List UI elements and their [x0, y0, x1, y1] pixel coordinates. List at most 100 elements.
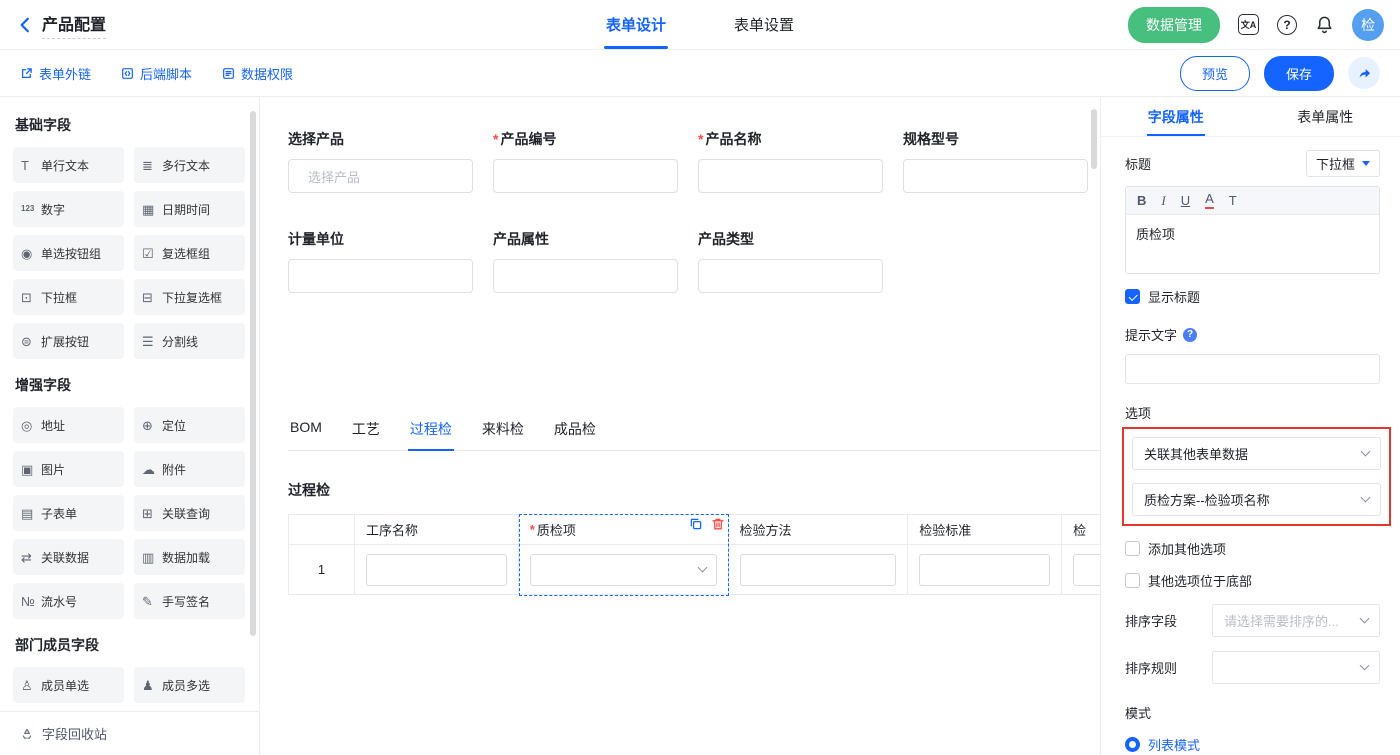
- hint-text-input[interactable]: [1125, 354, 1380, 384]
- field-item-signature[interactable]: ✎ 手写签名: [134, 583, 245, 619]
- copy-field-button[interactable]: [689, 517, 703, 531]
- subform-icon: ▤: [21, 507, 41, 520]
- tab-form-settings[interactable]: 表单设置: [732, 0, 796, 49]
- field-item-location[interactable]: ⊕ 定位: [134, 407, 245, 443]
- field-item-image[interactable]: ▣ 图片: [13, 451, 124, 487]
- save-button[interactable]: 保存: [1264, 56, 1334, 91]
- field-item-radio-group[interactable]: ◉ 单选按钮组: [13, 235, 124, 271]
- unit-input[interactable]: [288, 259, 473, 293]
- product-name-input[interactable]: [698, 159, 883, 193]
- properties-tabs: 字段属性 表单属性: [1101, 97, 1400, 137]
- column-header-inspection-standard[interactable]: 检验标准: [908, 515, 1062, 545]
- required-mark: *: [698, 131, 703, 147]
- quality-item-cell-select[interactable]: [530, 554, 717, 586]
- backend-script-button[interactable]: 后端脚本: [121, 64, 192, 83]
- field-item-dropdown[interactable]: ⊡ 下拉框: [13, 279, 124, 315]
- field-item-divider[interactable]: ☰ 分割线: [134, 323, 245, 359]
- option-field-select[interactable]: 质检方案--检验项名称: [1132, 483, 1381, 516]
- row-number-header: [289, 515, 355, 545]
- product-code-input[interactable]: [493, 159, 678, 193]
- field-item-datetime[interactable]: ▦ 日期时间: [134, 191, 245, 227]
- bold-button[interactable]: B: [1137, 193, 1146, 208]
- field-type-select[interactable]: 下拉框: [1306, 150, 1380, 177]
- field-item-checkbox-group[interactable]: ☑ 复选框组: [134, 235, 245, 271]
- related-query-icon: ⊞: [142, 507, 162, 520]
- field-recycle-bin[interactable]: 字段回收站: [0, 711, 259, 755]
- external-link-button[interactable]: 表单外链: [20, 64, 91, 83]
- help-icon[interactable]: ?: [1277, 15, 1297, 35]
- tab-process-inspection[interactable]: 过程检: [408, 419, 454, 450]
- field-item-related-query[interactable]: ⊞ 关联查询: [134, 495, 245, 531]
- other-option-bottom-row[interactable]: 其他选项位于底部: [1125, 571, 1380, 590]
- tab-incoming-inspection[interactable]: 来料检: [480, 419, 526, 450]
- external-link-icon: [20, 67, 33, 80]
- translate-icon[interactable]: 文A: [1238, 14, 1259, 35]
- bell-icon[interactable]: [1315, 15, 1334, 34]
- column-header-inspection-method[interactable]: 检验方法: [729, 515, 909, 545]
- title-value-input[interactable]: 质检项: [1126, 215, 1379, 273]
- data-load-icon: ▥: [142, 551, 162, 564]
- section-title-member-fields: 部门成员字段: [15, 635, 245, 655]
- field-item-member-multi[interactable]: ♟ 成员多选: [134, 667, 245, 703]
- field-item-related-data[interactable]: ⇄ 关联数据: [13, 539, 124, 575]
- tab-form-properties[interactable]: 表单属性: [1251, 97, 1400, 136]
- field-item-serial-number[interactable]: № 流水号: [13, 583, 124, 619]
- field-item-single-line-text[interactable]: T 单行文本: [13, 147, 124, 183]
- field-item-dropdown-multi[interactable]: ⊟ 下拉复选框: [134, 279, 245, 315]
- clipped-cell-input[interactable]: [1073, 554, 1100, 586]
- column-header-process-name[interactable]: 工序名称: [355, 515, 519, 545]
- process-name-cell-input[interactable]: [366, 554, 507, 586]
- serial-number-icon: №: [21, 595, 41, 608]
- editor-toolbar: B I U A T: [1126, 187, 1379, 215]
- field-item-multi-line-text[interactable]: ≣ 多行文本: [134, 147, 245, 183]
- required-mark: *: [530, 522, 535, 537]
- option-source-select[interactable]: 关联其他表单数据: [1132, 437, 1381, 470]
- italic-button[interactable]: I: [1161, 193, 1165, 209]
- select-product-input[interactable]: 选择产品: [288, 159, 473, 193]
- spec-model-input[interactable]: [903, 159, 1088, 193]
- section-title-enhanced-fields: 增强字段: [15, 375, 245, 395]
- add-other-option-row[interactable]: 添加其他选项: [1125, 539, 1380, 558]
- hint-help-icon[interactable]: ?: [1183, 328, 1197, 342]
- canvas-scrollbar[interactable]: [1091, 109, 1097, 169]
- properties-body: 标题 下拉框 B I U A T 质检项: [1101, 137, 1400, 755]
- field-item-extend-button[interactable]: ⊜ 扩展按钮: [13, 323, 124, 359]
- font-color-button[interactable]: A: [1205, 192, 1214, 208]
- tab-bom[interactable]: BOM: [288, 419, 324, 450]
- inspection-standard-cell-input[interactable]: [919, 554, 1050, 586]
- field-item-data-load[interactable]: ▥ 数据加载: [134, 539, 245, 575]
- sort-rule-select[interactable]: [1212, 651, 1380, 684]
- field-item-member-single[interactable]: ♙ 成员单选: [13, 667, 124, 703]
- inspection-method-cell-input[interactable]: [740, 554, 897, 586]
- font-size-button[interactable]: T: [1229, 193, 1237, 208]
- back-button[interactable]: [16, 16, 34, 34]
- member-single-icon: ♙: [21, 679, 41, 692]
- signature-icon: ✎: [142, 595, 162, 608]
- tab-field-properties[interactable]: 字段属性: [1101, 97, 1251, 136]
- sidebar-scrollbar[interactable]: [250, 111, 256, 636]
- form-field-product-attr: 产品属性: [493, 229, 698, 293]
- preview-button[interactable]: 预览: [1180, 56, 1250, 91]
- tab-form-design[interactable]: 表单设计: [604, 0, 668, 49]
- product-attr-input[interactable]: [493, 259, 678, 293]
- data-permission-button[interactable]: 数据权限: [222, 64, 293, 83]
- product-type-input[interactable]: [698, 259, 883, 293]
- underline-button[interactable]: U: [1181, 193, 1190, 208]
- header-tabs: 表单设计 表单设置: [604, 0, 796, 49]
- show-title-checkbox-row[interactable]: 显示标题: [1125, 287, 1380, 306]
- tab-finished-inspection[interactable]: 成品检: [552, 419, 598, 450]
- delete-field-button[interactable]: [711, 517, 725, 531]
- data-manage-button[interactable]: 数据管理: [1128, 7, 1220, 43]
- share-button[interactable]: [1348, 57, 1380, 89]
- tab-process[interactable]: 工艺: [350, 419, 382, 450]
- mode-list-radio-row[interactable]: 列表模式: [1125, 735, 1380, 754]
- field-item-attachment[interactable]: ☁ 附件: [134, 451, 245, 487]
- sort-field-select[interactable]: 请选择需要排序的...: [1212, 604, 1380, 637]
- field-item-address[interactable]: ◎ 地址: [13, 407, 124, 443]
- column-header-clipped[interactable]: 检: [1062, 515, 1100, 545]
- dropdown-multi-icon: ⊟: [142, 291, 162, 304]
- avatar[interactable]: 检: [1352, 9, 1384, 41]
- field-item-number[interactable]: 123 数字: [13, 191, 124, 227]
- field-item-subform[interactable]: ▤ 子表单: [13, 495, 124, 531]
- content-area: 基础字段 T 单行文本 ≣ 多行文本 123 数字 ▦ 日期时间: [0, 97, 1400, 755]
